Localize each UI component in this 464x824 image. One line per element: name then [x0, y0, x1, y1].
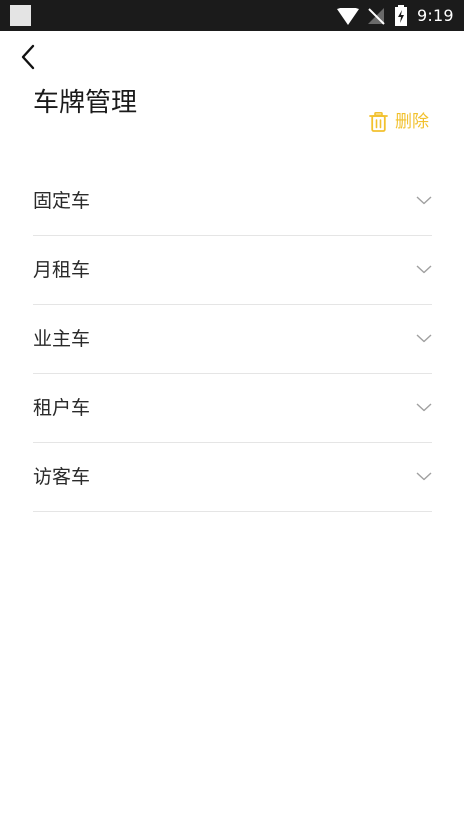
chevron-down-icon: [416, 265, 432, 274]
chevron-down-icon: [416, 334, 432, 343]
category-label: 固定车: [33, 190, 91, 212]
chevron-down-icon: [416, 472, 432, 481]
page-title: 车牌管理: [33, 88, 138, 118]
category-item-visitor[interactable]: 访客车: [33, 443, 432, 512]
chevron-down-icon: [416, 403, 432, 412]
category-label: 月租车: [33, 259, 91, 281]
wifi-icon: [337, 8, 359, 25]
notification-square-icon: [10, 5, 31, 26]
delete-button[interactable]: 删除: [369, 110, 429, 134]
category-label: 访客车: [33, 466, 91, 488]
chevron-down-icon: [416, 196, 432, 205]
category-item-tenant[interactable]: 租户车: [33, 374, 432, 443]
category-label: 租户车: [33, 397, 91, 419]
trash-icon: [369, 112, 388, 132]
battery-charging-icon: [395, 5, 407, 26]
no-signal-icon: [368, 8, 385, 25]
plate-category-list: 固定车 月租车 业主车 租户车 访客车: [33, 167, 432, 512]
category-item-monthly[interactable]: 月租车: [33, 236, 432, 305]
status-bar: 9:19: [0, 0, 464, 31]
delete-label: 删除: [395, 112, 429, 132]
category-item-owner[interactable]: 业主车: [33, 305, 432, 374]
status-time: 9:19: [417, 6, 454, 25]
category-item-fixed[interactable]: 固定车: [33, 167, 432, 236]
chevron-left-icon: [21, 44, 35, 70]
category-label: 业主车: [33, 328, 91, 350]
back-button[interactable]: [14, 42, 42, 72]
